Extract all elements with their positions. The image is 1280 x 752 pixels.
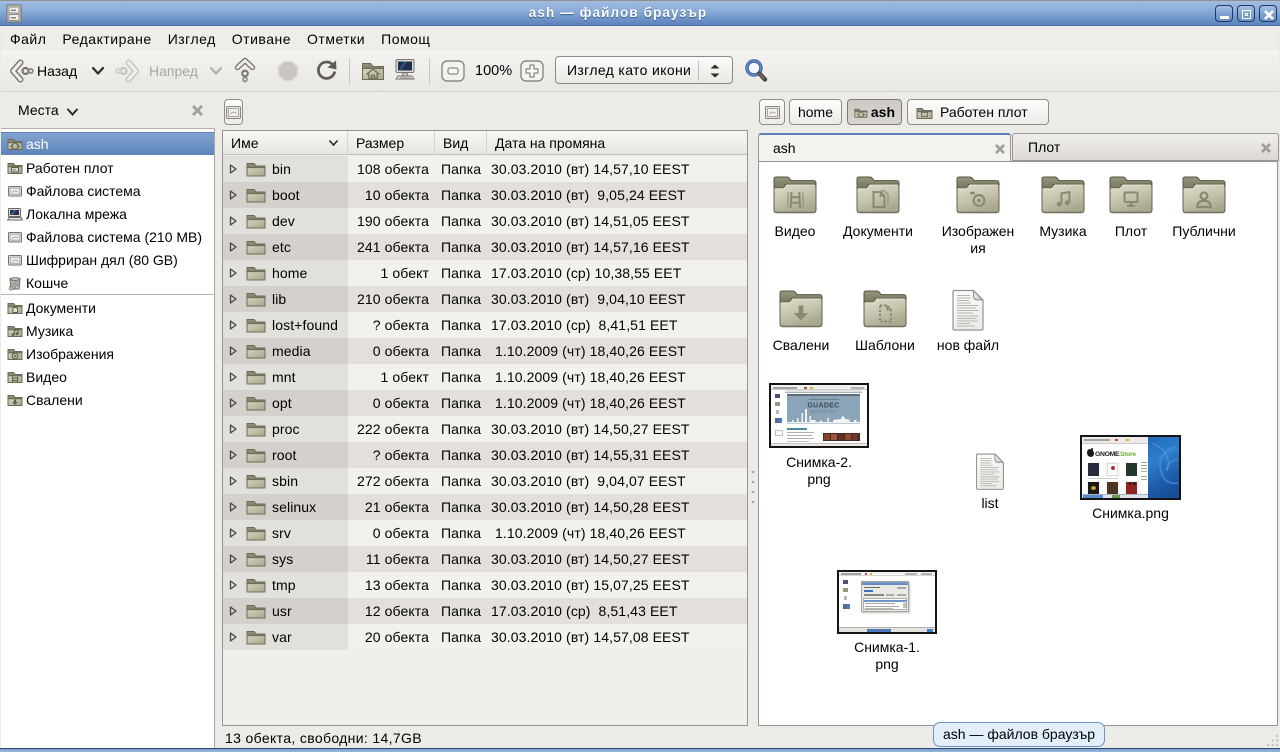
- svg-text:july 24-30th 2010: july 24-30th 2010: [809, 410, 836, 414]
- svg-text:GNOME: GNOME: [1095, 451, 1120, 458]
- svg-text:GUADEC: GUADEC: [807, 403, 839, 410]
- svg-text:Store: Store: [1120, 451, 1136, 458]
